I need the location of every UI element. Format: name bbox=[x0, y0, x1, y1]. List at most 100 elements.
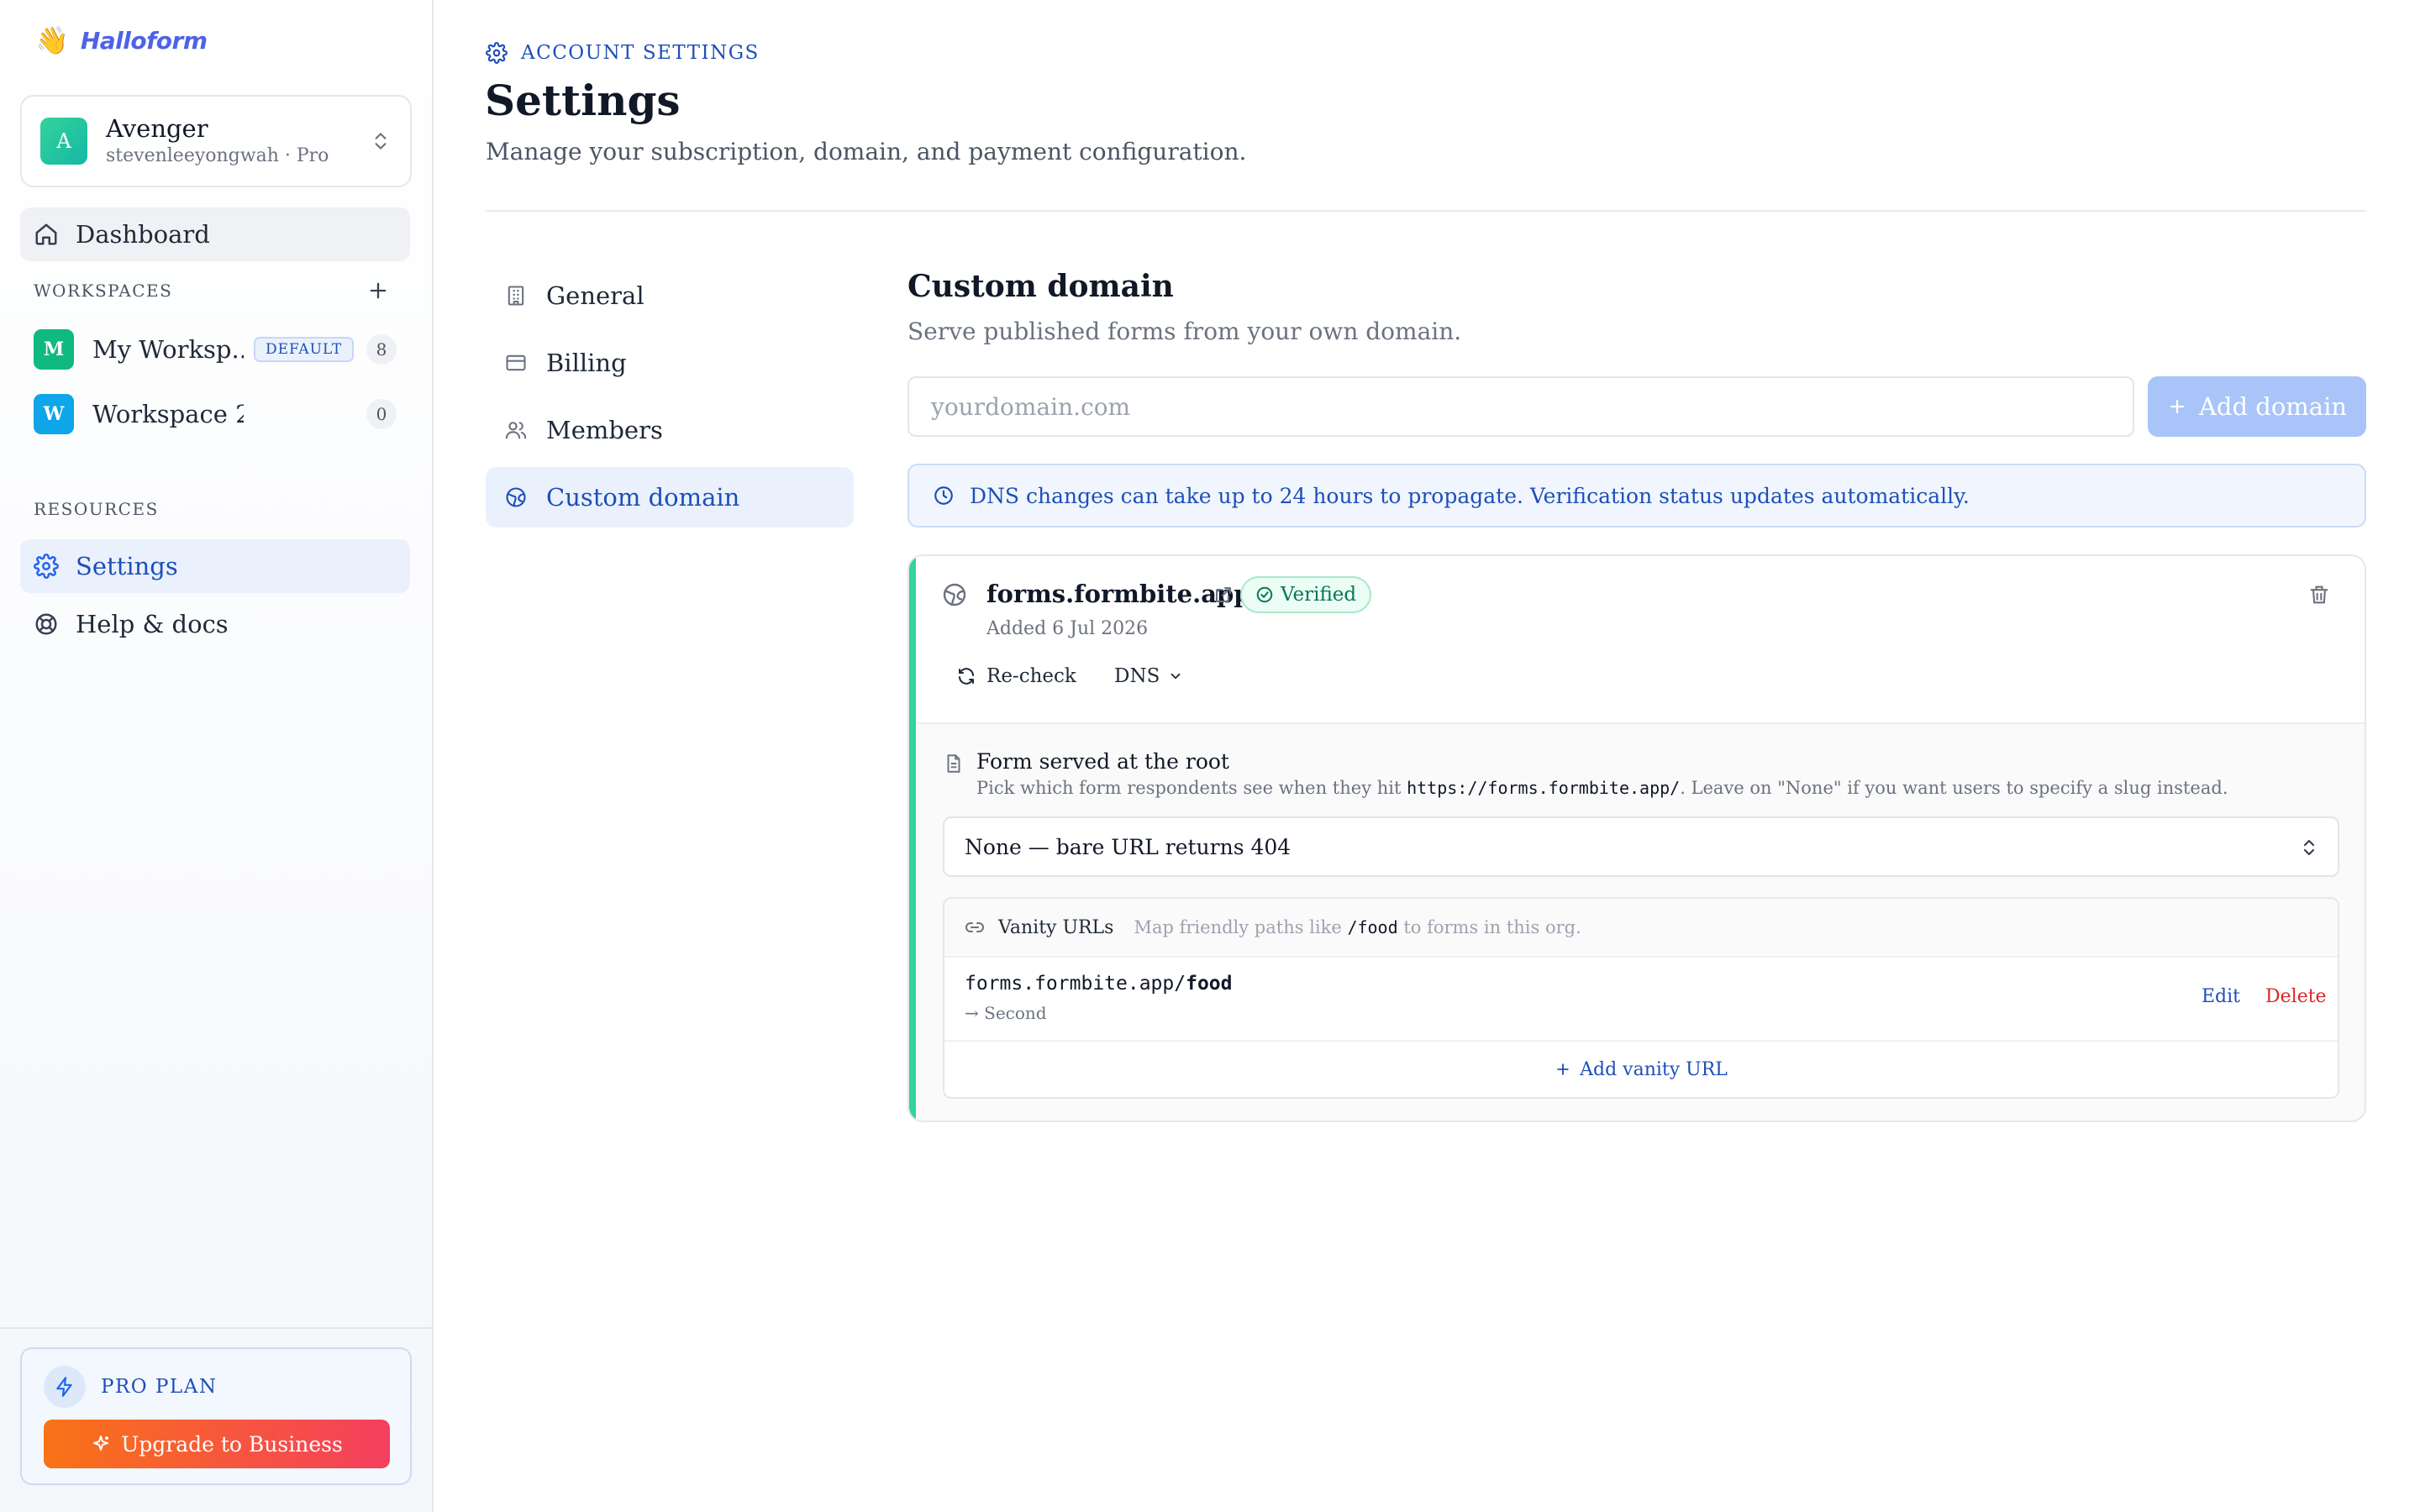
document-icon bbox=[947, 754, 960, 773]
domain-host: forms.formbite.app bbox=[986, 580, 1251, 608]
workspace-form-count: 8 bbox=[366, 334, 397, 365]
sparkle-icon bbox=[93, 1436, 109, 1451]
settings-tab-members[interactable]: Members bbox=[486, 400, 854, 460]
link-icon bbox=[965, 922, 984, 932]
root-form-select[interactable]: None — bare URL returns 404 bbox=[943, 816, 2339, 877]
sidebar-item-label: Settings bbox=[76, 552, 178, 580]
add-domain-button[interactable]: Add domain bbox=[2148, 376, 2366, 437]
workspace-avatar: W bbox=[34, 394, 74, 434]
section-title: Custom domain bbox=[908, 269, 1174, 304]
settings-tab-label: Billing bbox=[546, 349, 627, 377]
brand-logo[interactable]: 👋 Halloform bbox=[35, 24, 208, 57]
gear-icon bbox=[486, 42, 508, 64]
org-switcher[interactable]: A Avenger stevenleeyongwah · Pro bbox=[20, 95, 412, 187]
add-vanity-url-button[interactable]: Add vanity URL bbox=[944, 1042, 2338, 1097]
sidebar-item-label: Dashboard bbox=[76, 220, 210, 249]
lightning-icon bbox=[44, 1366, 86, 1408]
workspace-name: My Worksp... bbox=[92, 335, 244, 364]
wave-icon: 👋 bbox=[35, 24, 69, 56]
life-buoy-icon bbox=[35, 613, 57, 635]
external-link-icon[interactable] bbox=[1213, 585, 1234, 605]
plan-label: PRO PLAN bbox=[101, 1376, 218, 1398]
vanity-target-form: → Second bbox=[965, 1003, 1047, 1023]
settings-tab-billing[interactable]: Billing bbox=[486, 333, 854, 393]
root-form-description: Pick which form respondents see when the… bbox=[976, 778, 2228, 798]
add-domain-label: Add domain bbox=[2198, 392, 2348, 421]
workspace-avatar: M bbox=[34, 329, 74, 370]
dns-label: DNS bbox=[1114, 665, 1160, 687]
breadcrumb: ACCOUNT SETTINGS bbox=[486, 42, 760, 64]
page-description: Manage your subscription, domain, and pa… bbox=[486, 138, 1247, 165]
org-info: Avenger stevenleeyongwah · Pro bbox=[106, 113, 370, 169]
vanity-title: Vanity URLs bbox=[998, 916, 1114, 938]
root-form-selected: None — bare URL returns 404 bbox=[965, 834, 1292, 859]
sidebar-item-help[interactable]: Help & docs bbox=[20, 597, 410, 651]
default-badge: DEFAULT bbox=[254, 337, 355, 362]
vanity-edit-link[interactable]: Edit bbox=[2202, 986, 2240, 1007]
settings-tab-general[interactable]: General bbox=[486, 265, 854, 326]
org-subtitle: stevenleeyongwah · Pro bbox=[106, 145, 329, 166]
upgrade-label: Upgrade to Business bbox=[121, 1431, 343, 1457]
vanity-url-base: forms.formbite.app/ bbox=[965, 973, 1186, 995]
plus-icon bbox=[2170, 399, 2185, 414]
dns-info-banner: DNS changes can take up to 24 hours to p… bbox=[908, 464, 2366, 528]
dns-info-text: DNS changes can take up to 24 hours to p… bbox=[970, 483, 1970, 508]
chevron-up-down-icon bbox=[375, 133, 387, 150]
root-url-code: https://forms.formbite.app/ bbox=[1407, 778, 1681, 798]
globe-icon bbox=[506, 487, 526, 507]
root-desc-text-end: . Leave on "None" if you want users to s… bbox=[1680, 778, 2228, 798]
dns-toggle[interactable]: DNS bbox=[1114, 665, 1183, 687]
root-desc-text: Pick which form respondents see when the… bbox=[976, 778, 1407, 798]
page-title: Settings bbox=[485, 76, 681, 125]
gear-icon bbox=[34, 554, 59, 579]
settings-tab-custom-domain[interactable]: Custom domain bbox=[486, 467, 854, 528]
settings-tab-label: Custom domain bbox=[546, 483, 740, 512]
sidebar-item-settings[interactable]: Settings bbox=[20, 539, 410, 593]
recheck-button[interactable]: Re-check bbox=[956, 665, 1076, 687]
workspace-item-my-workspace[interactable]: M My Worksp... DEFAULT 8 bbox=[20, 323, 410, 376]
vanity-description: Map friendly paths like /food to forms i… bbox=[1134, 917, 1581, 937]
globe-icon bbox=[943, 583, 966, 606]
plus-icon bbox=[1557, 1063, 1569, 1075]
trash-icon[interactable] bbox=[2307, 583, 2331, 606]
vanity-desc-text: Map friendly paths like bbox=[1134, 917, 1348, 937]
sidebar-divider bbox=[0, 1327, 432, 1329]
upgrade-button[interactable]: Upgrade to Business bbox=[44, 1420, 390, 1468]
root-form-title: Form served at the root bbox=[976, 749, 1229, 774]
vanity-desc-text-end: to forms in this org. bbox=[1397, 917, 1581, 937]
verified-accent-bar bbox=[909, 556, 916, 1121]
check-circle-icon bbox=[1256, 586, 1273, 603]
vanity-delete-link[interactable]: Delete bbox=[2265, 986, 2327, 1007]
add-workspace-icon[interactable] bbox=[366, 279, 390, 302]
refresh-icon bbox=[959, 668, 974, 685]
settings-tab-label: General bbox=[546, 281, 644, 310]
workspaces-heading: WORKSPACES bbox=[34, 281, 173, 301]
domain-added-date: Added 6 Jul 2026 bbox=[986, 618, 1149, 639]
sidebar-item-dashboard[interactable]: Dashboard bbox=[20, 207, 410, 261]
section-description: Serve published forms from your own doma… bbox=[908, 318, 1462, 345]
domain-input[interactable] bbox=[908, 376, 2134, 437]
building-icon bbox=[508, 286, 524, 306]
domain-card: forms.formbite.app Verified Added 6 Jul … bbox=[908, 554, 2366, 1122]
settings-tab-label: Members bbox=[546, 416, 663, 444]
vanity-urls-panel: Vanity URLs Map friendly paths like /foo… bbox=[943, 897, 2339, 1099]
credit-card-icon bbox=[506, 354, 526, 371]
recheck-label: Re-check bbox=[986, 665, 1076, 687]
org-avatar: A bbox=[40, 118, 87, 165]
vanity-desc-code: /food bbox=[1347, 917, 1398, 937]
vanity-row: forms.formbite.app/food → Second Edit De… bbox=[944, 958, 2338, 1042]
home-icon bbox=[35, 223, 57, 245]
add-vanity-url-label: Add vanity URL bbox=[1580, 1058, 1728, 1080]
clock-icon bbox=[934, 486, 953, 505]
workspace-form-count: 0 bbox=[366, 399, 397, 429]
resources-heading: RESOURCES bbox=[34, 499, 159, 519]
plan-header: PRO PLAN bbox=[44, 1366, 388, 1408]
header-divider bbox=[486, 210, 2366, 212]
status-label: Verified bbox=[1281, 584, 1357, 606]
domain-config-panel: Form served at the root Pick which form … bbox=[916, 722, 2365, 1121]
vanity-url-path: food bbox=[1186, 973, 1233, 995]
workspace-item-workspace-2[interactable]: W Workspace 2 0 bbox=[20, 387, 410, 441]
vanity-url: forms.formbite.app/food bbox=[965, 973, 1233, 995]
eyebrow-label: ACCOUNT SETTINGS bbox=[521, 42, 760, 64]
status-badge: Verified bbox=[1240, 576, 1372, 613]
